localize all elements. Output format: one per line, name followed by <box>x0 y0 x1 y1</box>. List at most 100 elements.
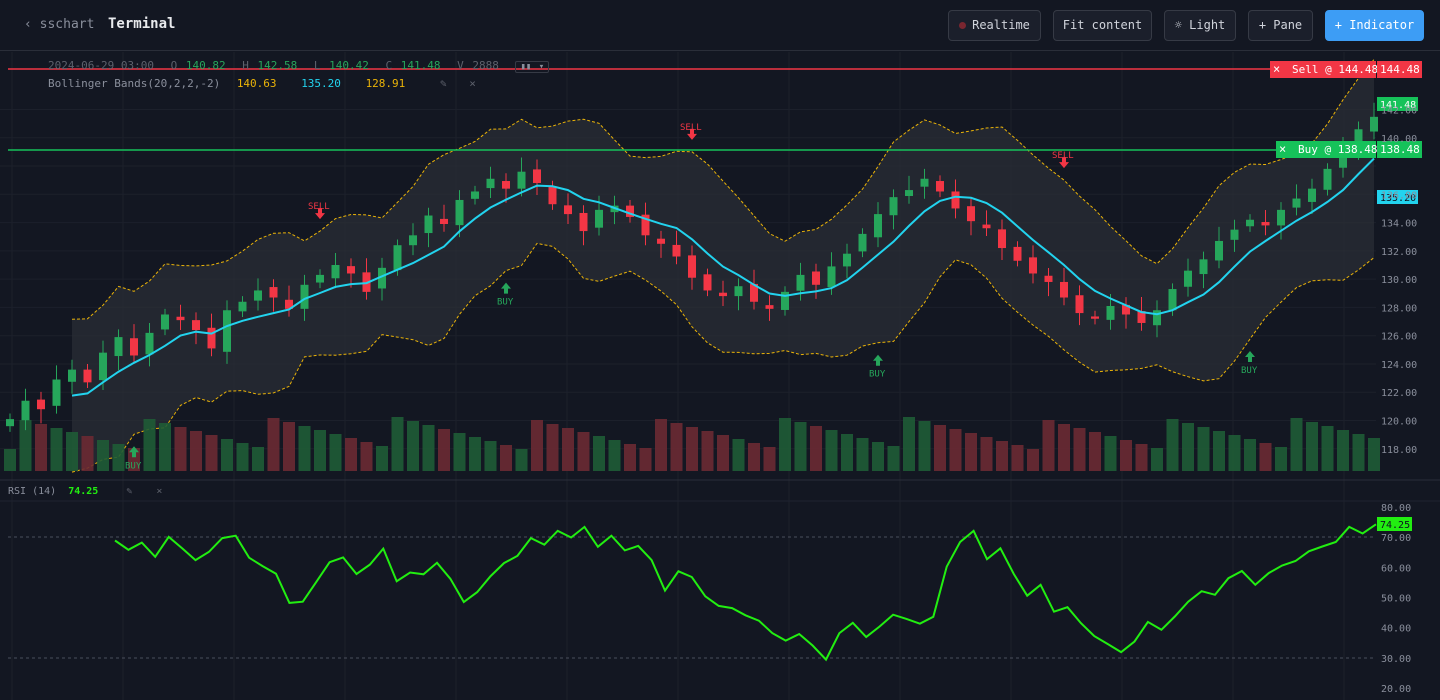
candle-body <box>595 209 603 228</box>
price-axis-label: 120.00 <box>1381 417 1417 428</box>
candle-body <box>517 171 526 189</box>
price-axis[interactable]: 142.00 140.00 136.00 134.00 132.00 130.00 128.… <box>1381 105 1417 455</box>
volume-bar <box>1042 420 1055 471</box>
volume-bar <box>422 425 435 471</box>
volume-bar <box>701 431 714 471</box>
candle-body <box>347 266 355 274</box>
candle-body <box>998 229 1006 249</box>
price-axis-label: 132.00 <box>1381 247 1417 258</box>
volume-bar <box>763 447 776 471</box>
volume-bar <box>686 427 698 471</box>
close-icon[interactable]: × <box>1273 62 1280 76</box>
close-icon[interactable]: × <box>1279 142 1286 156</box>
buy-marker-label: BUY <box>1241 366 1258 376</box>
rsi-axis-label: 40.00 <box>1381 624 1411 635</box>
rsi-line <box>114 523 1377 662</box>
candle-body <box>99 352 107 381</box>
volume-bar <box>50 428 63 471</box>
candle-body <box>1060 281 1068 298</box>
candle-body <box>223 310 231 352</box>
volume-bar <box>205 435 218 471</box>
rsi-axis-label: 50.00 <box>1381 594 1411 605</box>
ohlc-h-label: H <box>242 59 249 72</box>
bar-chart-icon: ▮▮ <box>520 62 532 72</box>
bollinger-upper-value: 140.63 <box>236 77 277 90</box>
price-axis-label: 126.00 <box>1381 332 1417 343</box>
candle-body <box>1215 240 1223 261</box>
volume-bar <box>934 425 946 471</box>
candle-body <box>1184 270 1192 287</box>
ohlc-low: 140.42 <box>329 59 369 72</box>
candle-body <box>889 197 898 216</box>
candle-body <box>331 265 340 279</box>
close-icon[interactable]: × <box>156 486 162 497</box>
volume-bar <box>1244 439 1256 471</box>
ohlc-high: 142.58 <box>257 59 298 72</box>
candle-body <box>1199 259 1208 275</box>
volume-bar <box>112 444 125 471</box>
volume-bar <box>159 423 171 471</box>
candle-body <box>21 400 30 421</box>
volume-bar <box>391 417 404 471</box>
buy-marker-label: BUY <box>497 298 514 308</box>
volume-bar <box>810 426 822 471</box>
volume-bar <box>1058 424 1070 471</box>
volume-bar <box>903 417 915 471</box>
candle-body <box>796 274 805 291</box>
candle-body <box>905 190 913 197</box>
price-axis-label: 142.00 <box>1381 105 1417 116</box>
rsi-axis-label: 60.00 <box>1381 563 1411 574</box>
volume-bar <box>66 432 78 471</box>
chart-type-selector[interactable]: ▮▮ ▾ <box>515 61 550 73</box>
volume-bar <box>143 419 156 471</box>
buy-marker-label: BUY <box>125 461 142 471</box>
candle-body <box>1261 222 1270 226</box>
volume-bar <box>965 433 977 471</box>
volume-bar <box>1104 436 1117 471</box>
rsi-axis-label: 80.00 <box>1381 503 1411 514</box>
volume-bar <box>1352 434 1365 471</box>
candle-body <box>533 169 541 183</box>
candle-body <box>424 215 433 234</box>
candle-body <box>672 244 681 257</box>
candle-body <box>1091 316 1099 319</box>
volume-bar <box>484 441 497 471</box>
candle-body <box>1230 229 1239 240</box>
candle-body <box>1075 295 1084 314</box>
price-axis-label: 134.00 <box>1381 219 1417 230</box>
price-axis-label: 128.00 <box>1381 303 1417 314</box>
candle-body <box>1308 188 1316 202</box>
volume-bar <box>949 429 962 471</box>
volume-bar <box>267 418 280 471</box>
volume-bar <box>500 445 512 471</box>
ohlc-open: 140.82 <box>185 59 226 72</box>
candle-body <box>564 205 572 215</box>
close-icon[interactable]: × <box>469 77 476 90</box>
volume-bar <box>732 439 745 471</box>
edit-icon[interactable]: ✎ <box>440 77 447 90</box>
volume-bar <box>794 422 807 471</box>
volume-bar <box>670 423 683 471</box>
candle-body <box>486 178 495 189</box>
candle-body <box>68 369 76 382</box>
volume-bar <box>608 440 621 471</box>
volume-bar <box>1027 449 1039 471</box>
chart-canvas[interactable]: BUYSELLBUYSELLBUYSELLBUY × Sell @ 144.48… <box>0 0 1440 700</box>
sell-price-axis-label: 144.48 <box>1380 63 1420 76</box>
volume-bar <box>376 446 388 471</box>
rsi-axis[interactable]: 80.00 70.00 60.00 50.00 40.00 30.00 20.00 <box>1381 503 1411 695</box>
edit-icon[interactable]: ✎ <box>126 486 132 497</box>
rsi-value-axis-label: 74.25 <box>1380 520 1410 531</box>
ohlc-o-label: O <box>170 59 178 72</box>
volume-bar <box>35 424 47 471</box>
candle-body <box>316 274 324 283</box>
candle-body <box>192 320 200 331</box>
volume-bar <box>918 421 931 471</box>
rsi-axis-label: 70.00 <box>1381 533 1411 544</box>
candle-body <box>114 337 123 357</box>
candle-body <box>858 233 867 252</box>
volume-bar <box>329 434 342 471</box>
price-axis-label: 136.00 <box>1381 190 1417 201</box>
candle-body <box>982 224 991 229</box>
volume-bar <box>97 440 109 471</box>
